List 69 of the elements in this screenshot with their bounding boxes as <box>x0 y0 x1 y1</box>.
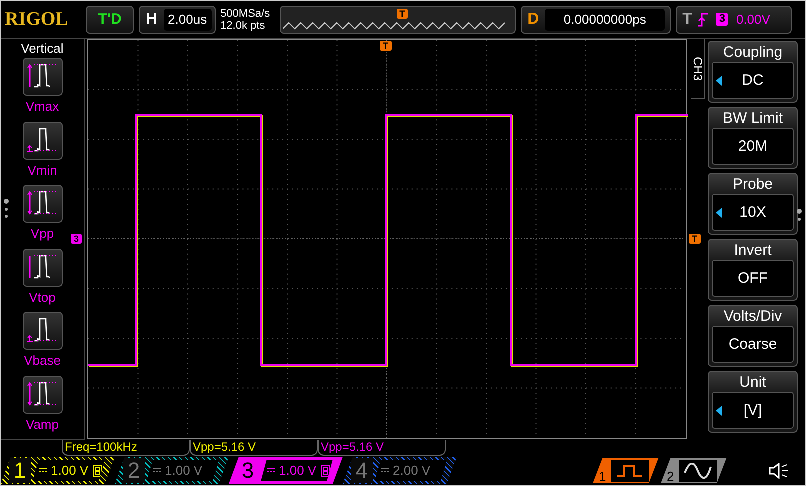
measure-label: Vmin <box>28 162 58 178</box>
generator-number: 2 <box>666 468 676 484</box>
measure-label: Vtop <box>29 290 56 304</box>
menu-value-button[interactable]: [V] <box>712 392 794 429</box>
measure-button[interactable] <box>22 376 62 414</box>
page-indicator <box>4 199 9 218</box>
bandwidth-limit-icon <box>92 464 102 476</box>
measure-button[interactable] <box>22 185 62 223</box>
trigger-source-badge: 3 <box>716 13 728 26</box>
channel-ground-marker: 3 <box>71 234 82 244</box>
channel-scale: 1.00 V <box>279 463 317 478</box>
generator-number: 1 <box>598 468 608 484</box>
measure-button[interactable] <box>22 58 62 96</box>
sample-rate: 500MSa/s <box>220 8 272 20</box>
measurement-readout: Vpp=5.16 V <box>318 440 446 456</box>
trigger-position-marker: T <box>396 8 408 18</box>
generator-indicator[interactable]: 2 <box>661 458 727 484</box>
menu-value-button[interactable]: 20M <box>712 128 794 165</box>
rising-edge-icon <box>698 12 708 26</box>
menu-value-button[interactable]: Coarse <box>712 326 794 363</box>
dc-coupling-icon <box>381 468 389 473</box>
channel-indicator[interactable]: 2 1.00 V <box>115 457 229 484</box>
brand-logo: RIGOL <box>5 8 70 30</box>
measurement-readout: Vpp=5.16 V <box>190 440 318 456</box>
bandwidth-limit-icon <box>320 464 330 476</box>
run-status[interactable]: T'D <box>86 6 134 34</box>
delay-display[interactable]: D 0.00000000ps <box>520 6 671 34</box>
channel-tab[interactable]: CH3 <box>691 39 705 99</box>
page-indicator <box>797 209 802 221</box>
menu-item-title: BW Limit <box>723 110 783 128</box>
measure-label: Vmax <box>26 99 60 114</box>
trigger-position-marker: T <box>380 41 392 51</box>
menu-value-button[interactable]: DC <box>712 62 794 99</box>
dc-coupling-icon <box>267 468 275 473</box>
measure-label: Vpp <box>30 226 54 241</box>
channel-scale: 1.00 V <box>51 463 89 478</box>
measurement-readout: Freq=100kHz <box>62 440 190 456</box>
measure-button[interactable] <box>22 312 62 350</box>
menu-title: Vertical <box>21 40 64 58</box>
left-triangle-icon <box>716 208 722 218</box>
dc-coupling-icon <box>39 468 47 473</box>
menu-item-title: Unit <box>740 374 766 392</box>
menu-value-button[interactable]: OFF <box>712 260 794 297</box>
horizontal-timebase[interactable]: H 2.00us <box>139 6 216 34</box>
menu-item-title: Probe <box>732 176 774 194</box>
square-wave-icon[interactable] <box>611 460 649 482</box>
measure-label: Vbase <box>24 353 61 368</box>
memory-depth: 12.0k pts <box>220 20 266 32</box>
menu-value-button[interactable]: 10X <box>712 194 794 231</box>
speaker-muted-icon[interactable] <box>769 462 789 478</box>
trigger-level-marker: T <box>689 234 700 244</box>
left-triangle-icon <box>716 406 722 416</box>
menu-item-title: Coupling <box>723 44 783 62</box>
sine-wave-icon[interactable] <box>679 460 717 482</box>
channel-indicator[interactable]: 1 1.00 V <box>1 457 115 484</box>
measure-button[interactable] <box>22 122 62 160</box>
menu-item-title: Volts/Div <box>724 308 782 326</box>
menu-item-title: Invert <box>734 242 772 260</box>
channel-indicator[interactable]: 4 2.00 V <box>343 457 457 484</box>
measure-button[interactable] <box>22 248 62 286</box>
trigger-level: 0.00V <box>736 12 770 27</box>
trigger-display[interactable]: T 3 0.00V <box>676 6 792 34</box>
channel-scale: 2.00 V <box>393 463 431 478</box>
measure-label: Vamp <box>26 416 59 432</box>
channel-indicator[interactable]: 3 1.00 V <box>229 457 343 484</box>
left-triangle-icon <box>716 76 722 86</box>
generator-indicator[interactable]: 1 <box>593 458 659 484</box>
dc-coupling-icon <box>153 468 161 473</box>
channel-scale: 1.00 V <box>165 463 203 478</box>
